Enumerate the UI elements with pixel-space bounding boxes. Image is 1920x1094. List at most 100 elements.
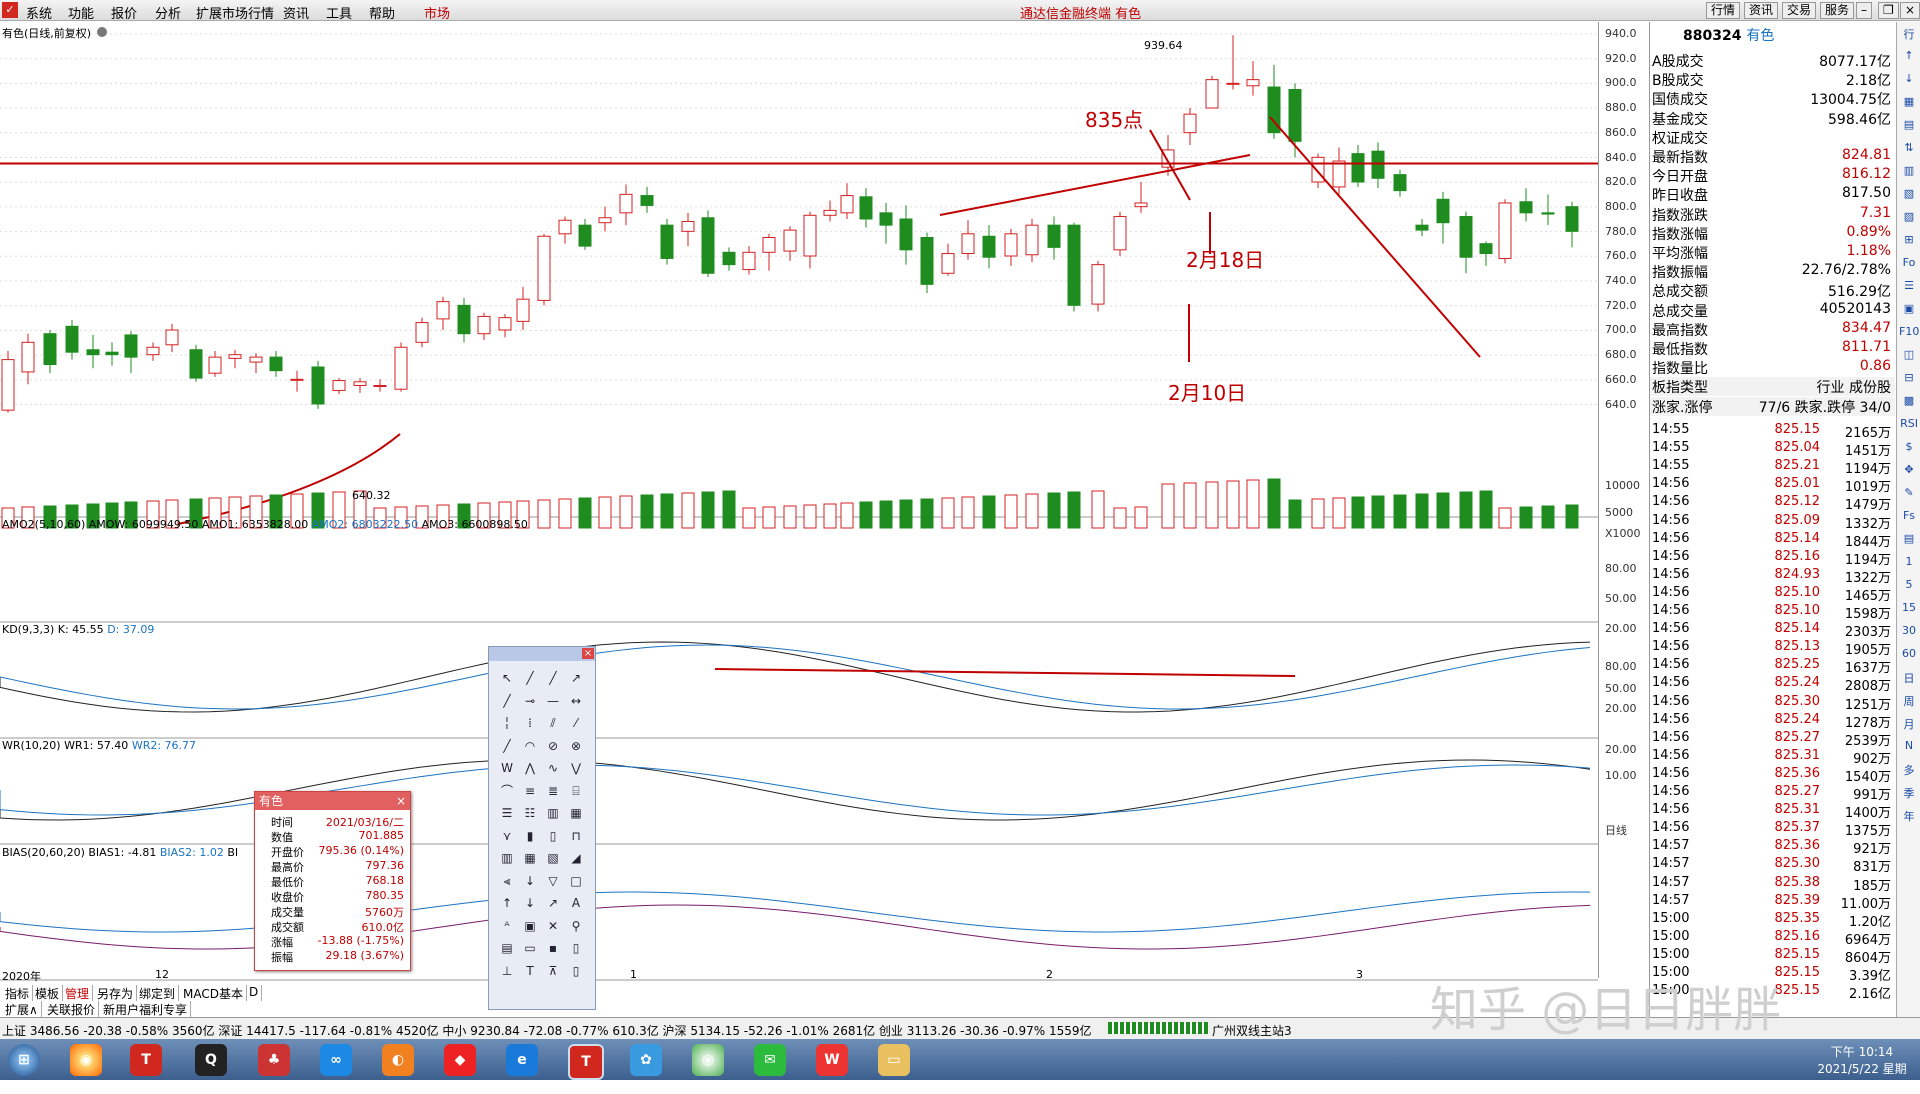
- right-tool-button[interactable]: F10: [1899, 325, 1919, 343]
- menu-system[interactable]: 系统: [26, 3, 52, 22]
- draw-tool-icon[interactable]: ▦: [520, 849, 540, 867]
- app2-icon[interactable]: ◆: [444, 1044, 476, 1076]
- draw-tool-icon[interactable]: ▮: [520, 827, 540, 845]
- settings-icon[interactable]: [96, 27, 107, 37]
- draw-tool-icon[interactable]: ↓: [520, 872, 540, 890]
- btn-trade[interactable]: 交易: [1782, 2, 1817, 19]
- draw-tool-icon[interactable]: ▥: [543, 804, 563, 822]
- right-tool-button[interactable]: Fs: [1899, 509, 1919, 527]
- bottom-tab[interactable]: 指标: [2, 985, 34, 1001]
- draw-tool-icon[interactable]: ✕: [543, 917, 563, 935]
- right-tool-button[interactable]: 月: [1899, 716, 1919, 734]
- btn-news[interactable]: 资讯: [1744, 2, 1779, 19]
- folder-icon[interactable]: ▭: [878, 1044, 910, 1076]
- draw-tool-icon[interactable]: ⊼: [543, 962, 563, 980]
- draw-tool-icon[interactable]: ↖: [497, 669, 517, 687]
- draw-tool-icon[interactable]: ≣: [543, 782, 563, 800]
- right-tool-button[interactable]: ↓: [1899, 72, 1919, 90]
- draw-tool-icon[interactable]: ⊘: [543, 737, 563, 755]
- minimize-icon[interactable]: –: [1856, 2, 1872, 19]
- close-icon[interactable]: ×: [1900, 2, 1920, 19]
- draw-tool-icon[interactable]: ▧: [543, 849, 563, 867]
- draw-tool-icon[interactable]: ≡: [520, 782, 540, 800]
- draw-tool-icon[interactable]: ⋁: [566, 759, 586, 777]
- bottom-tab[interactable]: 新用户福利专享: [100, 1001, 192, 1017]
- bottom-tab[interactable]: 模板: [32, 985, 64, 1001]
- draw-tool-icon[interactable]: ◠: [520, 737, 540, 755]
- draw-tool-icon[interactable]: ▭: [520, 939, 540, 957]
- ie-icon[interactable]: e: [506, 1044, 538, 1076]
- bottom-tab[interactable]: 另存为: [94, 985, 138, 1001]
- right-tool-button[interactable]: N: [1899, 739, 1919, 757]
- draw-tool-icon[interactable]: ▯: [543, 827, 563, 845]
- right-tool-button[interactable]: ▥: [1899, 164, 1919, 182]
- menu-help[interactable]: 帮助: [369, 3, 395, 22]
- cloud-icon[interactable]: ∞: [320, 1044, 352, 1076]
- draw-tool-icon[interactable]: ⊓: [566, 827, 586, 845]
- right-tool-button[interactable]: 1: [1899, 555, 1919, 573]
- draw-tool-icon[interactable]: ▯: [566, 939, 586, 957]
- draw-tool-icon[interactable]: W: [497, 759, 517, 777]
- right-tool-button[interactable]: 5: [1899, 578, 1919, 596]
- close-icon[interactable]: ×: [582, 648, 594, 659]
- right-tool-button[interactable]: ☰: [1899, 279, 1919, 297]
- draw-tool-icon[interactable]: ☰: [497, 804, 517, 822]
- draw-tool-icon[interactable]: ∿: [543, 759, 563, 777]
- draw-tool-icon[interactable]: ╱: [520, 669, 540, 687]
- right-tool-button[interactable]: ⊟: [1899, 371, 1919, 389]
- draw-tool-icon[interactable]: ⋀: [520, 759, 540, 777]
- chart-area[interactable]: 有色(日线,前复权) AMO2(5,10,60) AMOW: 6099949.5…: [0, 22, 1598, 983]
- menu-tools[interactable]: 工具: [326, 3, 352, 22]
- draw-tool-icon[interactable]: ▽: [543, 872, 563, 890]
- draw-tool-icon[interactable]: ⌒: [497, 782, 517, 800]
- right-tool-button[interactable]: ◫: [1899, 348, 1919, 366]
- draw-tool-icon[interactable]: ᴬ: [497, 917, 517, 935]
- drawing-toolbox[interactable]: × ↖ ╱ ╱ ↗ ╱ ⊸ — ↔ ╎ ⁞ ⫽ ⁄ ╱ ◠ ⊘ ⊗ W ⋀ ∿ ⋁ ⌒ ≡ ≣ ⌸ ☰ ☷ ▥ ▦ ⋎ ▮ ▯ ⊓ ▥ ▦ ▧ ◢ ⫷ ↓…: [488, 646, 596, 1010]
- draw-tool-icon[interactable]: ▯: [566, 962, 586, 980]
- wps-icon[interactable]: W: [816, 1044, 848, 1076]
- right-tool-button[interactable]: 周: [1899, 693, 1919, 711]
- bottom-tab[interactable]: 扩展∧: [2, 1001, 42, 1017]
- draw-tool-icon[interactable]: ▤: [497, 939, 517, 957]
- toolbox-header[interactable]: ×: [489, 647, 595, 661]
- draw-tool-icon[interactable]: ↓: [520, 894, 540, 912]
- right-tool-button[interactable]: ▤: [1899, 118, 1919, 136]
- right-tool-button[interactable]: Fo: [1899, 256, 1919, 274]
- app-icon[interactable]: ♣: [258, 1044, 290, 1076]
- start-icon[interactable]: ⊞: [8, 1044, 40, 1076]
- right-tool-button[interactable]: ▦: [1899, 95, 1919, 113]
- menu-extended-market[interactable]: 扩展市场行情: [196, 3, 274, 22]
- draw-tool-icon[interactable]: ╱: [543, 669, 563, 687]
- right-tool-button[interactable]: ▩: [1899, 394, 1919, 412]
- right-tool-button[interactable]: RSI: [1899, 417, 1919, 435]
- menu-news[interactable]: 资讯: [283, 3, 309, 22]
- menu-function[interactable]: 功能: [68, 3, 94, 22]
- draw-tool-icon[interactable]: ⚲: [566, 917, 586, 935]
- kline-chart-svg[interactable]: [0, 22, 1598, 982]
- tdx-active-icon[interactable]: T: [568, 1044, 604, 1080]
- bottom-tab[interactable]: 绑定到: [136, 985, 180, 1001]
- menu-analysis[interactable]: 分析: [155, 3, 181, 22]
- right-tool-button[interactable]: 行: [1899, 26, 1919, 44]
- close-icon[interactable]: ×: [396, 792, 406, 810]
- right-tool-button[interactable]: $: [1899, 440, 1919, 458]
- draw-tool-icon[interactable]: ╱: [497, 692, 517, 710]
- menu-market[interactable]: 市场: [424, 3, 450, 22]
- draw-tool-icon[interactable]: ⫽: [543, 714, 563, 732]
- draw-tool-icon[interactable]: ▣: [520, 917, 540, 935]
- draw-tool-icon[interactable]: ╱: [497, 737, 517, 755]
- draw-tool-icon[interactable]: ╎: [497, 714, 517, 732]
- right-tool-button[interactable]: 30: [1899, 624, 1919, 642]
- draw-tool-icon[interactable]: ⁞: [520, 714, 540, 732]
- clock[interactable]: 下午 10:14 2021/5/22 星期六: [1812, 1043, 1912, 1094]
- btn-quote[interactable]: 行情: [1706, 2, 1741, 19]
- draw-tool-icon[interactable]: ⋎: [497, 827, 517, 845]
- right-tool-button[interactable]: 日: [1899, 670, 1919, 688]
- right-tool-button[interactable]: 季: [1899, 785, 1919, 803]
- right-tool-button[interactable]: ⊞: [1899, 233, 1919, 251]
- right-tool-button[interactable]: 年: [1899, 808, 1919, 826]
- right-tool-button[interactable]: ↑: [1899, 49, 1919, 67]
- draw-tool-icon[interactable]: ↑: [497, 894, 517, 912]
- draw-tool-icon[interactable]: ↗: [543, 894, 563, 912]
- right-tool-button[interactable]: ⇅: [1899, 141, 1919, 159]
